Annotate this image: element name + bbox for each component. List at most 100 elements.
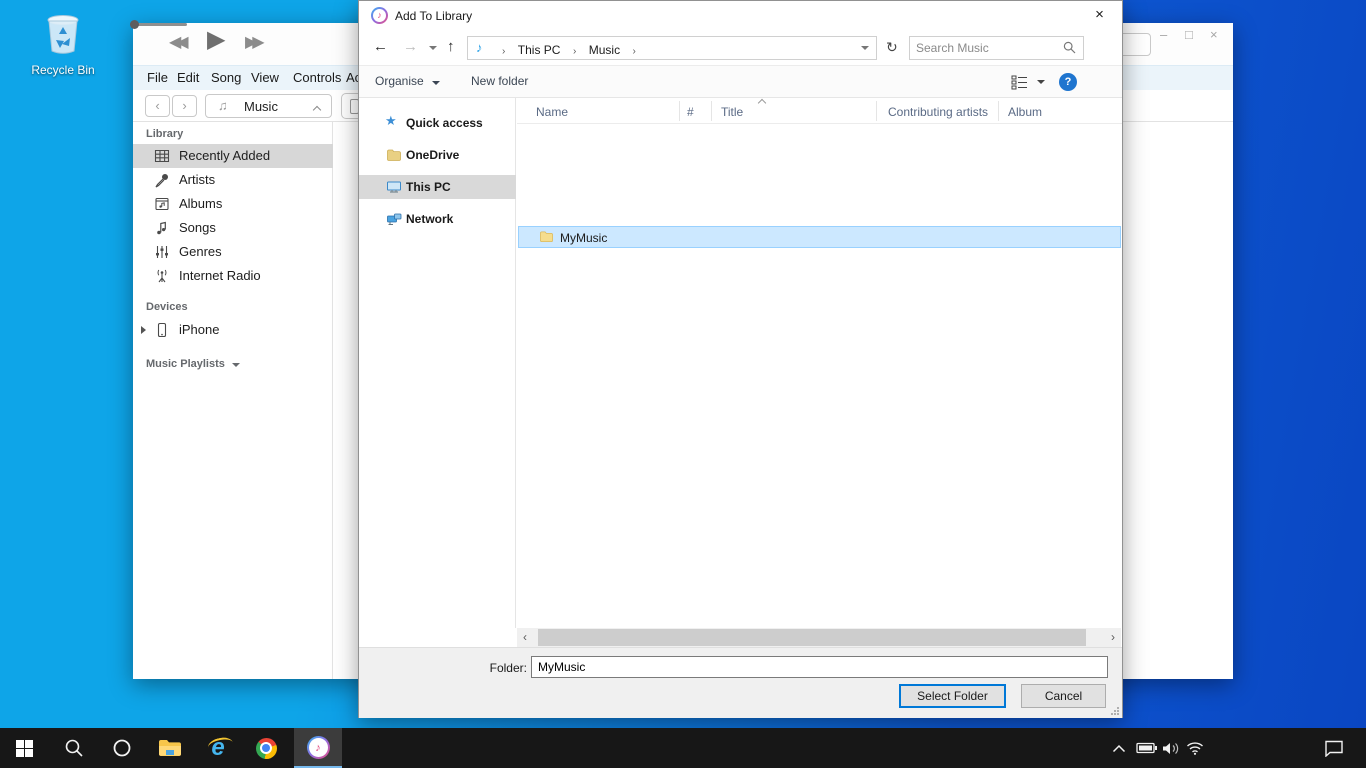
itunes-back-button[interactable]: ‹	[145, 95, 170, 117]
horizontal-scrollbar[interactable]: ‹ ›	[517, 628, 1121, 647]
select-folder-button[interactable]: Select Folder	[899, 684, 1006, 708]
sidebar-item-iphone[interactable]: iPhone	[133, 318, 333, 342]
music-note-icon: ♪	[476, 40, 483, 55]
file-name: MyMusic	[560, 231, 607, 245]
help-icon[interactable]: ?	[1059, 73, 1077, 91]
cancel-button[interactable]: Cancel	[1021, 684, 1106, 708]
music-playlists-header[interactable]: Music Playlists	[146, 358, 240, 370]
address-dropdown-icon[interactable]	[861, 46, 869, 50]
media-kind-value: Music	[244, 99, 278, 114]
volume-knob[interactable]	[130, 20, 139, 29]
organise-button[interactable]: Organise	[375, 74, 440, 88]
tray-show-hidden-icons[interactable]	[1112, 728, 1126, 768]
up-icon[interactable]: ↑	[447, 38, 455, 55]
column-contributing-artists[interactable]: Contributing artists	[888, 105, 988, 119]
genres-icon	[154, 244, 170, 260]
wifi-tray-icon[interactable]	[1186, 728, 1204, 768]
breadcrumb-separator-icon: ›	[494, 46, 513, 57]
rewind-icon[interactable]: ◀◀	[169, 32, 184, 52]
folder-name-input[interactable]	[531, 656, 1108, 678]
quick-access-star-icon: ★	[385, 113, 397, 129]
menu-controls[interactable]: Controls	[293, 70, 341, 85]
back-icon[interactable]: ←	[373, 38, 388, 55]
menu-edit[interactable]: Edit	[177, 70, 199, 85]
collapse-chevron-icon	[232, 363, 240, 367]
recycle-bin[interactable]: Recycle Bin	[20, 8, 106, 77]
taskbar-search-button[interactable]	[50, 728, 98, 768]
address-bar[interactable]: ♪ › This PC › Music ›	[467, 36, 877, 60]
places-sidebar: ★ Quick access OneDrive This PC	[359, 98, 516, 628]
breadcrumb-this-pc[interactable]: This PC	[518, 43, 561, 57]
taskbar: e ♪	[0, 728, 1366, 768]
file-explorer-button[interactable]	[146, 728, 194, 768]
chrome-button[interactable]	[242, 728, 290, 768]
close-icon[interactable]: ×	[1210, 27, 1218, 42]
maximize-icon[interactable]: □	[1185, 27, 1193, 42]
file-list-header: Name # Title Contributing artists Album	[517, 98, 1122, 124]
dialog-nav-bar: ← → ↑ ♪ › This PC › Music › ↻	[359, 31, 1122, 65]
forward-icon[interactable]: →	[403, 38, 418, 55]
grid-icon	[154, 148, 170, 164]
file-row-mymusic[interactable]: MyMusic	[518, 226, 1121, 248]
search-box[interactable]	[909, 36, 1084, 60]
new-folder-button[interactable]: New folder	[471, 74, 528, 88]
onedrive-icon	[386, 147, 402, 163]
music-note-icon: ♫	[218, 98, 228, 113]
dialog-close-button[interactable]: ×	[1077, 1, 1122, 31]
action-center-button[interactable]	[1324, 728, 1344, 768]
sidebar-item-artists[interactable]: Artists	[133, 168, 333, 192]
column-number[interactable]: #	[687, 105, 694, 119]
fast-forward-icon[interactable]: ▶▶	[245, 32, 260, 52]
sidebar-item-genres[interactable]: Genres	[133, 240, 333, 264]
dialog-title: Add To Library	[395, 9, 472, 23]
itunes-taskbar-button[interactable]: ♪	[294, 728, 342, 768]
search-input[interactable]	[916, 39, 1056, 57]
menu-file[interactable]: File	[147, 70, 168, 85]
column-name[interactable]: Name	[536, 105, 568, 119]
folder-icon	[539, 229, 554, 244]
battery-tray-icon[interactable]	[1136, 728, 1158, 768]
sidebar-item-internet-radio[interactable]: Internet Radio	[133, 264, 333, 288]
place-this-pc[interactable]: This PC	[359, 175, 516, 199]
menu-view[interactable]: View	[251, 70, 279, 85]
place-network[interactable]: Network	[359, 207, 516, 231]
folder-label: Folder:	[489, 661, 527, 675]
minimize-icon[interactable]: –	[1160, 27, 1167, 42]
scroll-left-icon[interactable]: ‹	[523, 630, 527, 644]
itunes-sidebar: Library Recently Added Artists	[133, 122, 333, 679]
breadcrumb-separator-icon: ›	[625, 46, 644, 57]
start-button[interactable]	[0, 728, 48, 768]
menu-song[interactable]: Song	[211, 70, 241, 85]
album-icon	[154, 196, 170, 212]
sidebar-item-albums[interactable]: Albums	[133, 192, 333, 216]
resize-grip[interactable]	[1111, 707, 1119, 715]
itunes-forward-button[interactable]: ›	[172, 95, 197, 117]
column-album[interactable]: Album	[1008, 105, 1042, 119]
scroll-right-icon[interactable]: ›	[1111, 630, 1115, 644]
battery-icon	[1136, 742, 1158, 754]
iphone-icon	[154, 322, 170, 338]
recent-locations-chevron-icon[interactable]	[429, 46, 437, 50]
volume-tray-icon[interactable]	[1162, 728, 1182, 768]
play-icon[interactable]: ▶	[207, 25, 225, 54]
devices-header: Devices	[146, 301, 188, 313]
refresh-icon[interactable]: ↻	[886, 39, 898, 56]
media-kind-selector[interactable]: ♫ Music	[205, 94, 332, 118]
scrollbar-thumb[interactable]	[538, 629, 1086, 646]
views-dropdown-icon[interactable]	[1037, 80, 1045, 84]
internet-explorer-button[interactable]: e	[194, 728, 242, 768]
desktop-wallpaper: Recycle Bin ◀◀ ▶ ▶▶ – □ × File Edit Song…	[0, 0, 1366, 768]
place-quick-access[interactable]: ★ Quick access	[359, 111, 516, 135]
breadcrumb-music[interactable]: Music	[589, 43, 620, 57]
sidebar-item-songs[interactable]: Songs	[133, 216, 333, 240]
sidebar-item-recently-added[interactable]: Recently Added	[133, 144, 333, 168]
speaker-icon	[1162, 741, 1182, 756]
cortana-button[interactable]	[98, 728, 146, 768]
column-title[interactable]: Title	[721, 105, 743, 119]
views-icon[interactable]	[1011, 75, 1029, 90]
place-onedrive[interactable]: OneDrive	[359, 143, 516, 167]
expand-chevron-icon[interactable]	[141, 326, 146, 334]
volume-slider[interactable]	[133, 23, 187, 26]
chrome-icon	[256, 738, 277, 759]
search-icon	[1063, 41, 1076, 54]
